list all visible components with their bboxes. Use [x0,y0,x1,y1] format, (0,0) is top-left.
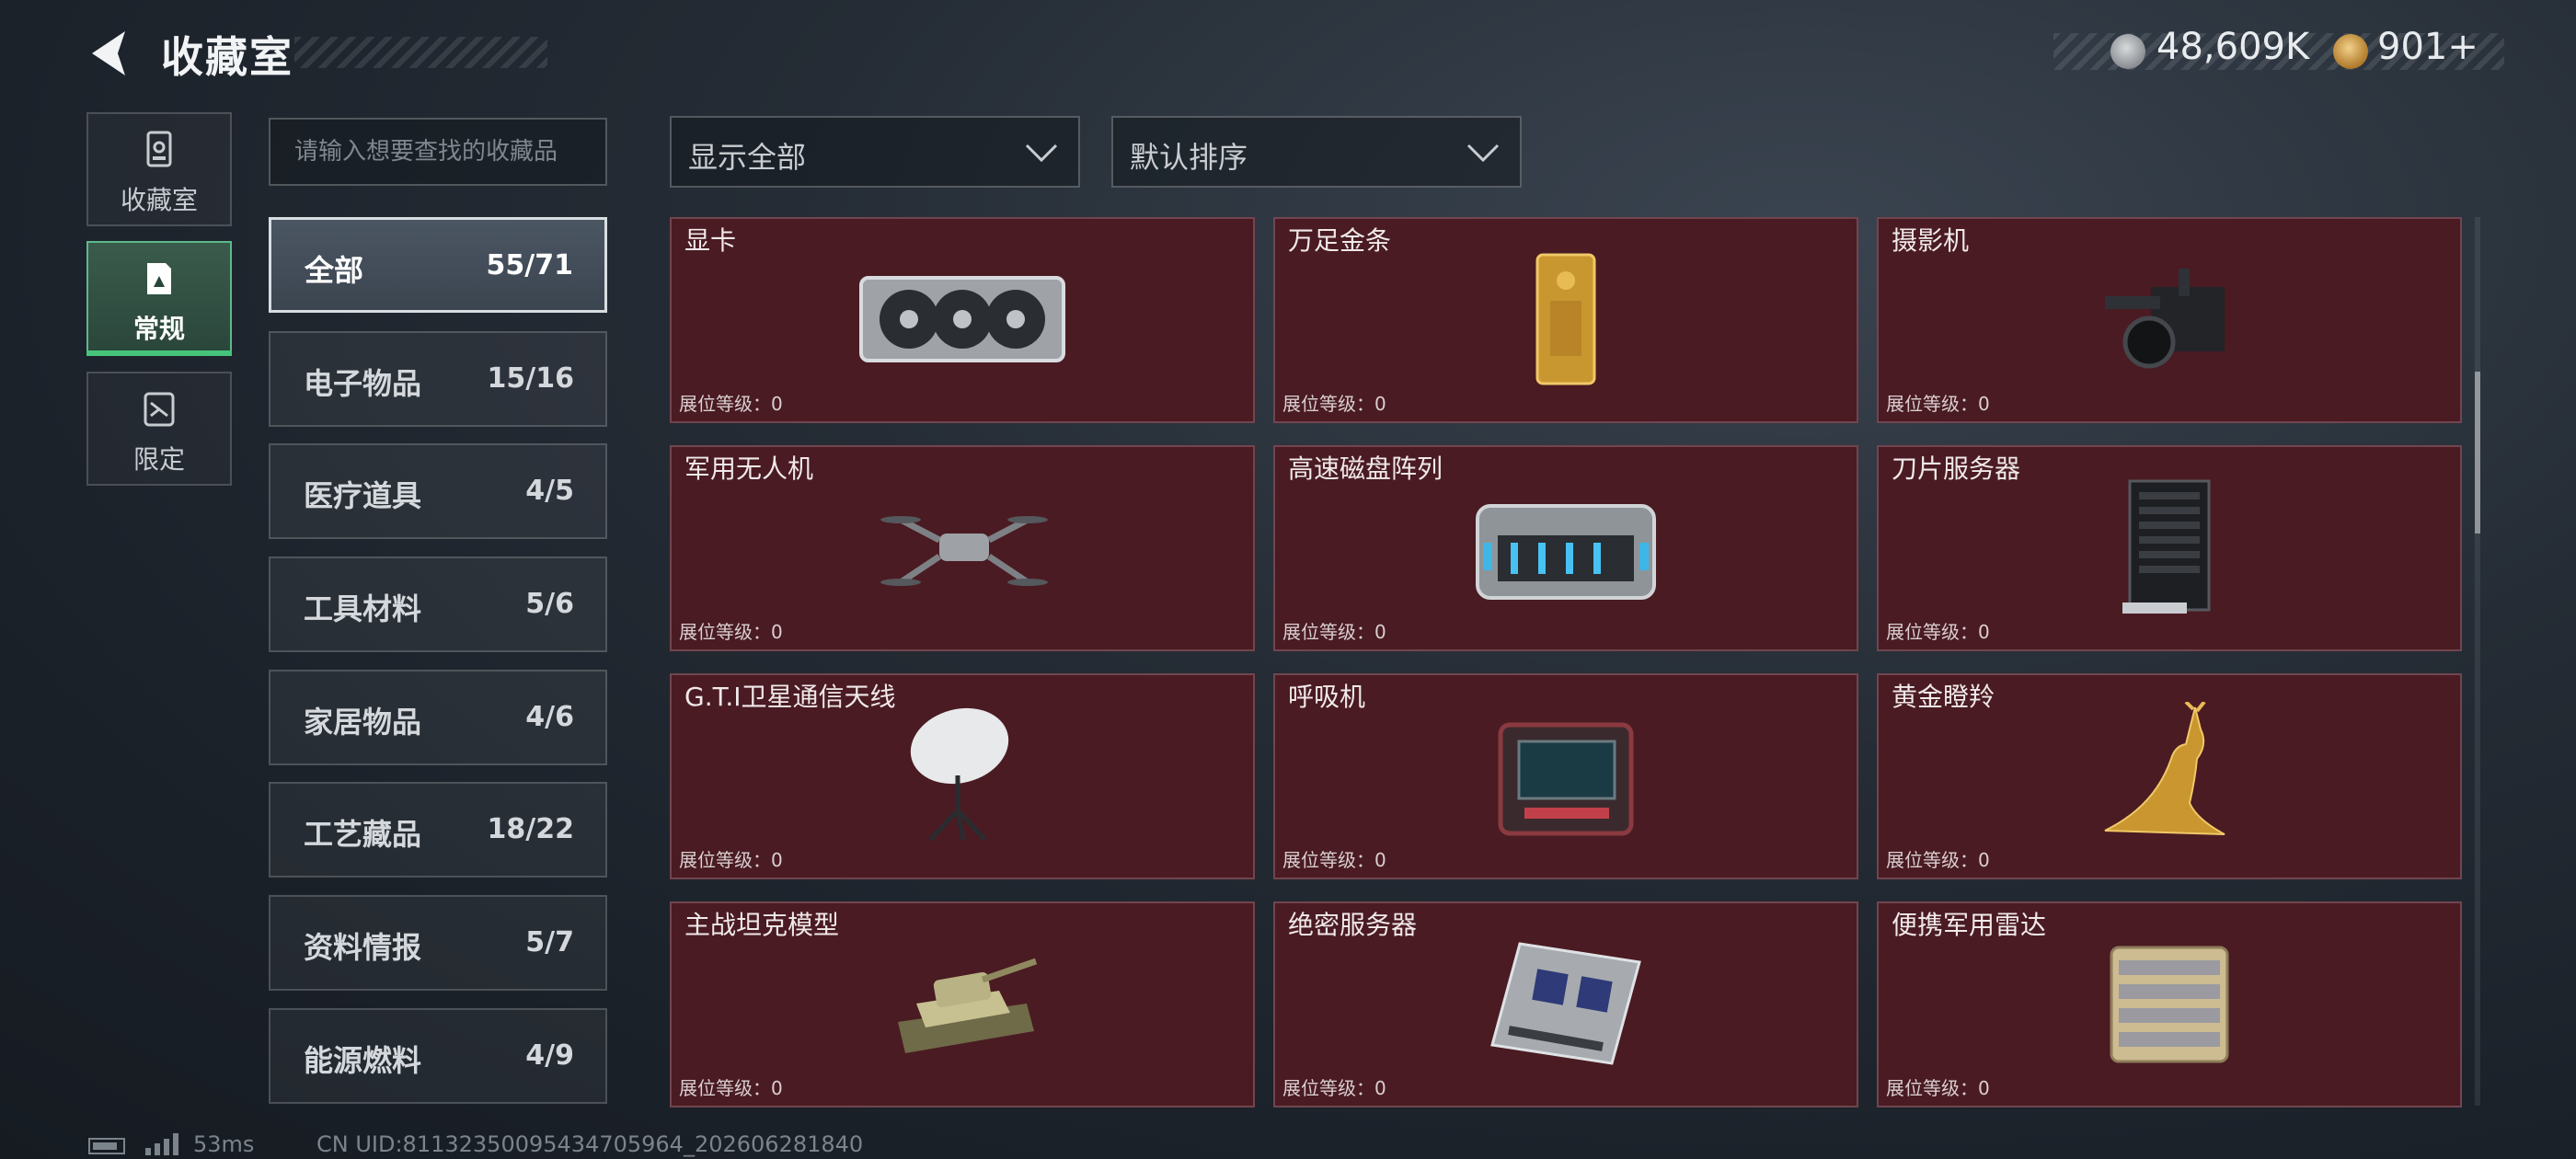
back-arrow-icon [92,31,125,75]
category-count: 4/6 [525,701,574,733]
category-tools[interactable]: 工具材料 5/6 [269,557,607,652]
blade-server-icon [2122,479,2211,614]
collection-grid: 显卡 展位等级：0 万足金条 展位等级：0 摄影机 展位等级：0 军用无人机 展… [670,217,2462,1109]
category-name: 全部 [305,253,364,288]
item-level: 展位等级：0 [679,393,783,415]
item-level: 展位等级：0 [679,849,783,871]
side-tab-label: 限定 [132,444,185,475]
filter-dropdown[interactable]: 显示全部 [670,116,1080,188]
item-card[interactable]: 呼吸机 展位等级：0 [1273,673,1858,879]
category-name: 工具材料 [304,591,422,626]
gold-bar-icon [1535,253,1596,385]
category-household[interactable]: 家居物品 4/6 [269,670,607,765]
grid-scrollbar-thumb[interactable] [2475,372,2480,534]
side-tab-limited[interactable]: 限定 [86,372,232,486]
category-electronics[interactable]: 电子物品 15/16 [269,331,607,427]
category-intel[interactable]: 资料情报 5/7 [269,895,607,991]
gold-coin-value[interactable]: 901+ [2377,26,2478,68]
item-card[interactable]: 黄金瞪羚 展位等级：0 [1877,673,2462,879]
battery-icon [88,1138,125,1154]
item-card[interactable]: 万足金条 展位等级：0 [1273,217,1858,423]
side-tab-label: 收藏室 [120,185,198,215]
side-tab-collection-room[interactable]: 收藏室 [86,112,232,226]
tank-model-icon [898,958,1038,1053]
category-energy[interactable]: 能源燃料 4/9 [269,1008,607,1104]
ping-value: 53ms [193,1131,255,1157]
active-tab-indicator [86,350,232,356]
category-count: 4/9 [525,1039,574,1072]
title-decoration [294,37,547,68]
item-card[interactable]: 高速磁盘阵列 展位等级：0 [1273,445,1858,651]
category-count: 5/7 [525,926,574,958]
video-camera-icon [2105,269,2225,369]
side-tab-label: 常规 [132,314,185,344]
item-level: 展位等级：0 [1282,1077,1386,1099]
sort-selected-value: 默认排序 [1130,140,1248,175]
back-button[interactable] [85,26,136,81]
item-level: 展位等级：0 [1886,849,1990,871]
chevron-down-icon [1025,143,1058,163]
category-count: 55/71 [486,249,573,281]
item-card[interactable]: 刀片服务器 展位等级：0 [1877,445,2462,651]
category-name: 医疗道具 [304,478,422,513]
item-card[interactable]: 主战坦克模型 展位等级：0 [670,901,1255,1107]
drone-icon [880,516,1048,586]
category-name: 工艺藏品 [304,817,422,852]
category-all[interactable]: 全部 55/71 [269,217,607,313]
item-card[interactable]: G.T.I卫星通信天线 展位等级：0 [670,673,1255,879]
signal-icon [145,1133,178,1155]
category-medical[interactable]: 医疗道具 4/5 [269,443,607,539]
category-crafts[interactable]: 工艺藏品 18/22 [269,782,607,878]
category-count: 15/16 [487,362,574,395]
graphics-card-icon [859,276,1065,362]
item-level: 展位等级：0 [1282,393,1386,415]
filter-selected-value: 显示全部 [688,140,807,175]
gold-gazelle-icon [2104,702,2225,835]
item-card[interactable]: 便携军用雷达 展位等级：0 [1877,901,2462,1107]
grid-scrollbar-track[interactable] [2475,217,2480,1106]
search-input[interactable] [269,118,607,186]
chevron-down-icon [1466,143,1500,163]
item-card[interactable]: 绝密服务器 展位等级：0 [1273,901,1858,1107]
category-name: 资料情报 [304,930,422,965]
uid-text: CN UID:81132350095434705964_202606281840 [316,1131,864,1157]
item-card[interactable]: 摄影机 展位等级：0 [1877,217,2462,423]
side-tab-regular[interactable]: 常规 [86,241,232,355]
gold-coin-icon [2333,34,2368,69]
item-card[interactable]: 军用无人机 展位等级：0 [670,445,1255,651]
category-name: 电子物品 [304,366,422,401]
satellite-dish-icon [910,707,1009,842]
category-name: 能源燃料 [304,1043,422,1078]
category-count: 4/5 [525,475,574,507]
collection-room-icon [146,131,172,167]
secret-server-icon [1490,942,1641,1065]
disk-array-icon [1476,504,1656,600]
item-level: 展位等级：0 [1282,621,1386,643]
item-card[interactable]: 显卡 展位等级：0 [670,217,1255,423]
item-level: 展位等级：0 [1886,621,1990,643]
sort-dropdown[interactable]: 默认排序 [1111,116,1522,188]
limited-icon [144,392,175,427]
category-count: 18/22 [487,813,574,845]
item-level: 展位等级：0 [679,621,783,643]
category-count: 5/6 [525,588,574,620]
regular-icon [147,263,171,294]
item-level: 展位等级：0 [1282,849,1386,871]
category-name: 家居物品 [304,705,422,740]
portable-radar-icon [2110,946,2229,1063]
item-level: 展位等级：0 [1886,1077,1990,1099]
silver-coin-icon [2110,34,2145,69]
item-level: 展位等级：0 [679,1077,783,1099]
silver-coin-value: 48,609K [2156,26,2310,68]
ventilator-icon [1498,722,1634,836]
page-title: 收藏室 [161,32,293,82]
item-level: 展位等级：0 [1886,393,1990,415]
